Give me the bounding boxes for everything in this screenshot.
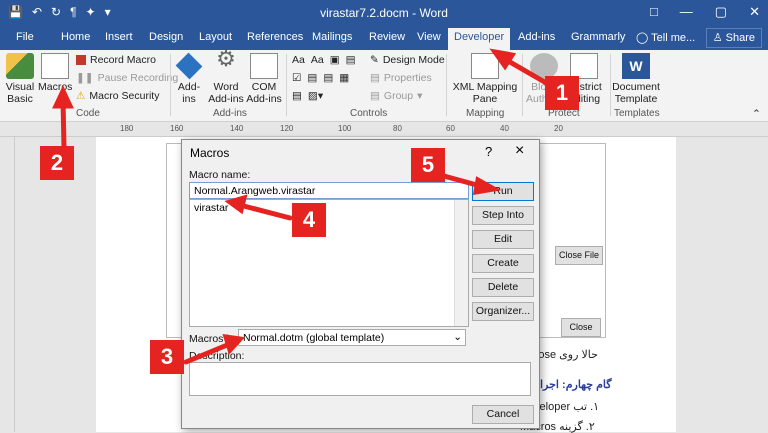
annotation-badge-2: 2 (40, 146, 74, 180)
annotation-badge-5: 5 (411, 148, 445, 182)
annotation-badge-1: 1 (545, 76, 579, 110)
arrowhead-3 (222, 333, 246, 355)
arrowhead-4 (224, 194, 248, 215)
arrow-3 (183, 340, 235, 365)
arrow-4 (237, 202, 293, 221)
annotation-arrows (52, 48, 551, 365)
annotation-badge-4: 4 (292, 203, 326, 237)
arrowhead-5 (472, 176, 502, 196)
arrowhead-2 (52, 85, 74, 109)
annotation-badge-3: 3 (150, 340, 184, 374)
